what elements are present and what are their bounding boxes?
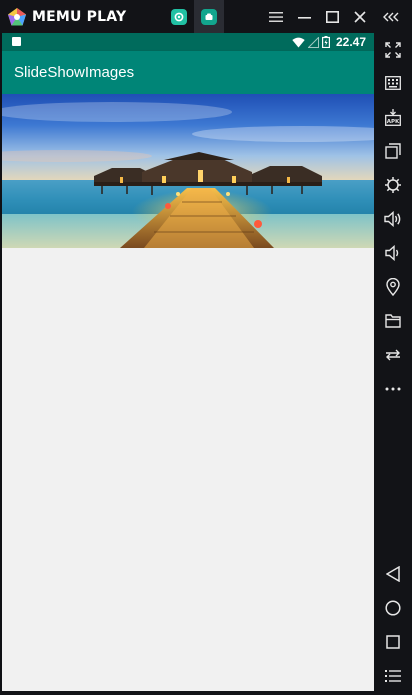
app-bar: SlideShowImages [2,51,374,94]
install-apk-icon: APK [385,108,401,126]
volume-down-button[interactable] [380,240,406,266]
menu-list-button[interactable] [380,663,406,689]
multi-window-button[interactable] [380,138,406,164]
android-app-icon [201,8,217,25]
notification-icon [12,37,21,46]
keyboard-mapping-button[interactable] [380,70,406,96]
wifi-icon [292,37,305,47]
memu-home-icon [171,8,187,25]
emulator-titlebar: MEMU PLAY [0,0,412,33]
rotate-icon [386,349,400,361]
brand-name: MEMU PLAY [32,9,127,25]
home-icon [385,600,401,616]
collapse-sidebar-button[interactable] [380,5,404,29]
menu-icon [269,12,283,22]
signal-icon [308,36,319,48]
home-button[interactable] [380,595,406,621]
slideshow-image[interactable] [2,94,374,248]
install-apk-button[interactable]: APK [380,104,406,130]
menu-list-icon [385,670,401,682]
location-icon [386,278,400,296]
emulator-bottom-border [0,691,374,695]
fullscreen-icon [385,42,401,58]
menu-button[interactable] [264,5,288,29]
minimize-button[interactable] [292,5,316,29]
collapse-sidebar-icon [383,12,399,22]
volume-down-icon [385,245,399,261]
shared-folder-button[interactable] [380,308,406,334]
svg-text:APK: APK [387,119,400,125]
volume-up-button[interactable] [380,206,406,232]
keyboard-mapping-icon [385,76,401,90]
maximize-icon [325,11,339,23]
fullscreen-button[interactable] [380,37,406,63]
shared-folder-icon [385,314,401,328]
recent-apps-button[interactable] [380,629,406,655]
settings-button[interactable] [380,172,406,198]
more-icon [385,387,401,391]
battery-icon [322,36,330,48]
back-icon [386,566,400,582]
multi-window-icon [385,143,401,159]
close-button[interactable] [348,5,372,29]
maximize-button[interactable] [320,5,344,29]
status-time: 22.47 [336,35,367,49]
minimize-icon [297,17,311,19]
settings-icon [385,177,401,193]
volume-up-icon [384,211,401,227]
back-button[interactable] [380,561,406,587]
tab-android-app[interactable] [194,0,224,33]
close-icon [354,11,366,23]
tab-memu-home[interactable] [164,0,194,33]
rotate-button[interactable] [380,342,406,368]
app-title: SlideShowImages [14,64,135,81]
status-bar: 22.47 [2,33,374,51]
location-button[interactable] [380,274,406,300]
more-button[interactable] [380,376,406,402]
android-screen: 22.47 SlideShowImages [2,33,374,691]
villa-pier-picture [2,94,374,248]
recent-apps-icon [386,635,400,649]
memu-logo-icon [8,8,26,26]
emulator-sidebar: APK [374,33,412,695]
